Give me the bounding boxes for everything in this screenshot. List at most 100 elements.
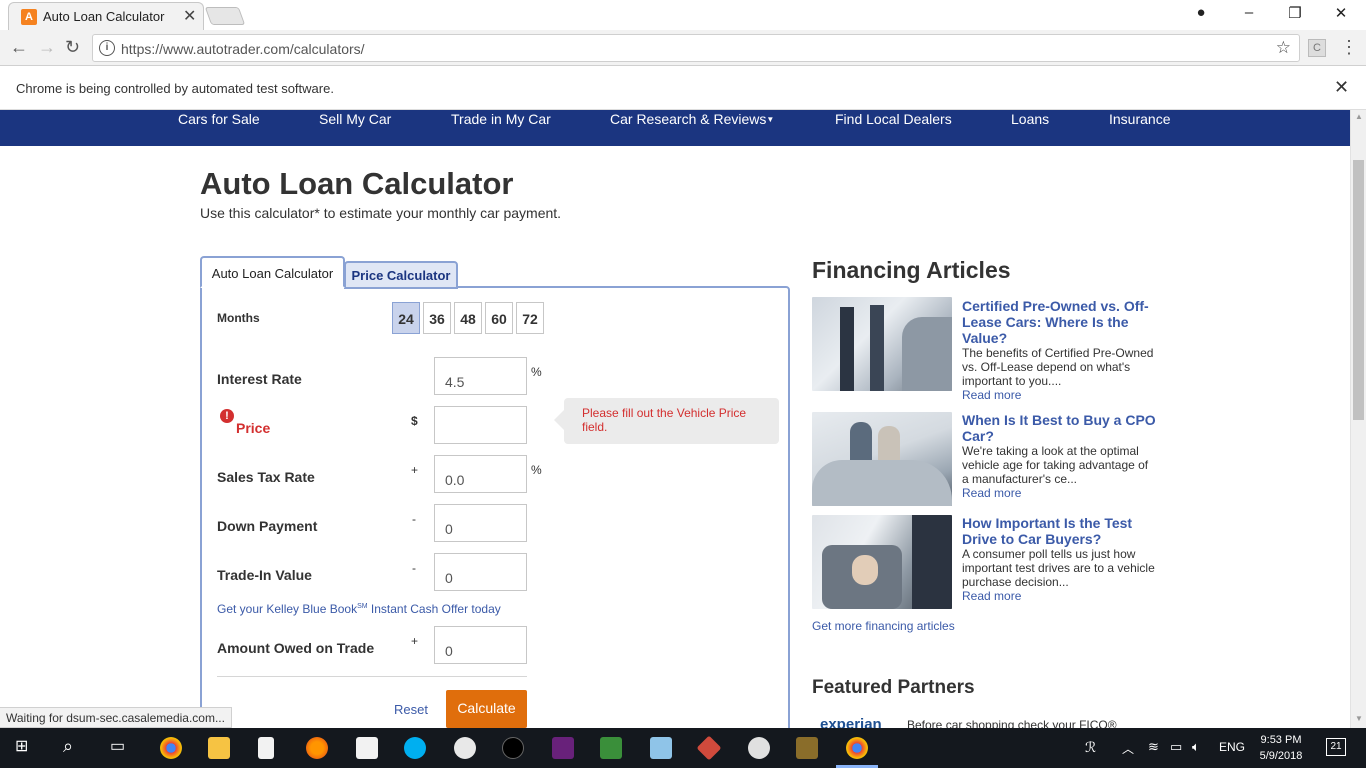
page-scrollbar[interactable]: ▲ ▼ (1350, 110, 1366, 728)
new-tab-button[interactable] (204, 7, 246, 25)
calculate-button[interactable]: Calculate (446, 690, 527, 728)
system-clock[interactable]: 9:53 PM 5/9/2018 (1256, 732, 1306, 764)
financing-articles-heading: Financing Articles (812, 257, 1011, 283)
browser-tab-strip: A Auto Loan Calculator ✕ ● – ❐ ✕ (0, 0, 1366, 30)
experian-logo[interactable]: experian (820, 716, 882, 728)
wifi-icon[interactable]: ≋ (1148, 739, 1159, 755)
months-label: Months (217, 311, 260, 325)
extension-icon[interactable]: C (1308, 39, 1326, 57)
nav-cars-for-sale[interactable]: Cars for Sale (178, 111, 260, 127)
scroll-down-icon[interactable]: ▼ (1355, 714, 1363, 723)
month-option-24[interactable]: 24 (392, 302, 420, 334)
kbb-instant-cash-offer-link[interactable]: Get your Kelley Blue BookSM Instant Cash… (217, 602, 501, 616)
chrome-menu-icon[interactable]: ⋮ (1340, 37, 1358, 58)
git-icon[interactable] (696, 735, 722, 761)
article-title[interactable]: How Important Is the Test Drive to Car B… (962, 515, 1157, 547)
infobar-message: Chrome is being controlled by automated … (16, 81, 334, 96)
nav-car-research[interactable]: Car Research & Reviews▼ (610, 111, 774, 127)
article-image-handshake[interactable] (812, 297, 952, 391)
article-image-couple-car[interactable] (812, 412, 952, 506)
notepad-icon[interactable] (258, 737, 274, 759)
article-image-test-drive[interactable] (812, 515, 952, 609)
trade-in-label: Trade-In Value (217, 567, 312, 583)
read-more-link[interactable]: Read more (962, 486, 1021, 500)
chevron-up-icon[interactable]: ︿ (1122, 740, 1134, 757)
read-more-link[interactable]: Read more (962, 388, 1021, 402)
spreadsheet-icon[interactable] (600, 737, 622, 759)
trade-in-input[interactable] (434, 553, 527, 591)
month-option-48[interactable]: 48 (454, 302, 482, 334)
price-input[interactable] (434, 406, 527, 444)
nav-find-local-dealers[interactable]: Find Local Dealers (835, 111, 952, 127)
people-icon[interactable]: ℛ (1085, 739, 1096, 756)
automation-infobar: Chrome is being controlled by automated … (0, 66, 1366, 110)
minimize-button[interactable]: – (1234, 4, 1264, 21)
windows-taskbar: ⊞ ⌕ ▭ ℛ ︿ ≋ ▭ 🔈︎ ENG 9:53 PM 5/9/2018 21 (0, 728, 1366, 768)
interest-rate-input[interactable] (434, 357, 527, 395)
site-navigation: Cars for Sale Sell My Car Trade in My Ca… (0, 110, 1350, 146)
windows-start-icon[interactable]: ⊞ (15, 736, 28, 756)
language-indicator[interactable]: ENG (1219, 740, 1245, 754)
app-badge-icon[interactable] (454, 737, 476, 759)
window-close-button[interactable]: ✕ (1326, 4, 1356, 22)
month-option-72[interactable]: 72 (516, 302, 544, 334)
article-description: We're taking a look at the optimal vehic… (962, 444, 1149, 486)
month-option-36[interactable]: 36 (423, 302, 451, 334)
nav-trade-in-my-car[interactable]: Trade in My Car (451, 111, 551, 127)
more-financing-articles-link[interactable]: Get more financing articles (812, 619, 955, 633)
notifications-button[interactable]: 21 (1326, 738, 1346, 756)
paint-icon[interactable] (748, 737, 770, 759)
task-view-icon[interactable]: ▭ (110, 736, 125, 756)
tab-close-icon[interactable]: ✕ (183, 6, 196, 26)
sticky-notes-icon[interactable] (356, 737, 378, 759)
sales-tax-input[interactable] (434, 455, 527, 493)
tool-icon[interactable] (650, 737, 672, 759)
amount-owed-input[interactable] (434, 626, 527, 664)
car-silhouette (812, 460, 952, 506)
article-title[interactable]: When Is It Best to Buy a CPO Car? (962, 412, 1157, 444)
tab-price-calculator[interactable]: Price Calculator (344, 261, 458, 289)
car-silhouette (902, 317, 952, 391)
site-info-icon[interactable]: i (99, 40, 115, 56)
battery-icon[interactable]: ▭ (1170, 739, 1182, 755)
back-arrow-icon[interactable]: ← (10, 37, 28, 58)
restore-button[interactable]: ❐ (1280, 4, 1310, 22)
caret-down-icon: ▼ (766, 115, 775, 124)
reload-icon[interactable]: ↻ (65, 37, 80, 58)
chrome-active-icon[interactable] (846, 737, 868, 759)
interest-rate-label: Interest Rate (217, 371, 302, 387)
profile-icon[interactable]: ● (1186, 4, 1216, 21)
sonos-icon[interactable] (502, 737, 524, 759)
clock-date: 5/9/2018 (1259, 750, 1303, 762)
forward-arrow-icon[interactable]: → (38, 37, 56, 58)
person-silhouette (850, 422, 872, 462)
sales-tax-unit: % (531, 463, 542, 477)
sales-tax-sign: + (411, 463, 419, 477)
browser-toolbar: ← → ↻ i https://www.autotrader.com/calcu… (0, 30, 1366, 66)
file-explorer-icon[interactable] (208, 737, 230, 759)
infobar-close-icon[interactable]: ✕ (1334, 77, 1349, 98)
article-title[interactable]: Certified Pre-Owned vs. Off-Lease Cars: … (962, 298, 1157, 346)
address-bar[interactable]: i https://www.autotrader.com/calculators… (92, 34, 1300, 62)
nav-insurance[interactable]: Insurance (1109, 111, 1170, 127)
volume-icon[interactable]: 🔈︎ (1192, 739, 1200, 755)
reset-link[interactable]: Reset (394, 702, 428, 717)
month-option-60[interactable]: 60 (485, 302, 513, 334)
chrome-taskbar-icon[interactable] (160, 737, 182, 759)
game-icon[interactable] (796, 737, 818, 759)
partner-text: Before car shopping check your FICO® (907, 718, 1117, 728)
bookmark-star-icon[interactable]: ☆ (1276, 38, 1291, 58)
down-payment-input[interactable] (434, 504, 527, 542)
search-icon[interactable]: ⌕ (63, 736, 73, 757)
browser-tab[interactable]: A Auto Loan Calculator ✕ (8, 2, 204, 30)
skype-icon[interactable] (404, 737, 426, 759)
scroll-up-icon[interactable]: ▲ (1355, 112, 1363, 121)
nav-sell-my-car[interactable]: Sell My Car (319, 111, 391, 127)
nav-loans[interactable]: Loans (1011, 111, 1049, 127)
firefox-icon[interactable] (306, 737, 328, 759)
read-more-link[interactable]: Read more (962, 589, 1021, 603)
visual-studio-icon[interactable] (552, 737, 574, 759)
price-currency-sign: $ (411, 414, 418, 428)
tab-auto-loan-calculator[interactable]: Auto Loan Calculator (200, 256, 345, 288)
scroll-thumb[interactable] (1353, 160, 1364, 420)
